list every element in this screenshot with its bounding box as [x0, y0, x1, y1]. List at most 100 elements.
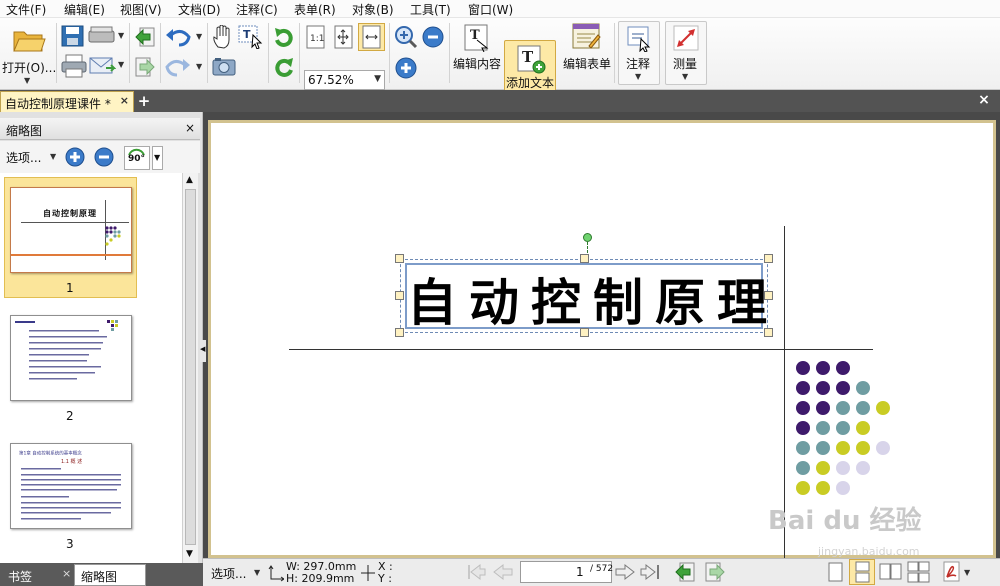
open-button[interactable]: 打开(O)... ▼ [2, 22, 56, 88]
document-title[interactable]: 自动控制原理 [407, 263, 779, 335]
thumb-options-button[interactable]: 选项... [6, 149, 41, 166]
menu-form[interactable]: 表单(R) [294, 1, 336, 18]
add-text-icon: T [517, 45, 546, 74]
zoom-in-icon[interactable] [394, 25, 418, 49]
rotate-ccw-icon[interactable] [273, 56, 295, 80]
resize-handle[interactable] [580, 328, 589, 337]
facing-view-icon[interactable] [878, 561, 904, 583]
rotate-thumb-button[interactable]: 90° [124, 146, 150, 170]
back-icon[interactable] [134, 26, 156, 48]
status-options-button[interactable]: 选项... [211, 565, 246, 582]
zoom-select[interactable]: 67.52% ▼ [304, 70, 385, 90]
resize-handle[interactable] [764, 254, 773, 263]
scroll-thumb[interactable] [185, 189, 196, 545]
panel-close-icon[interactable]: × [185, 121, 195, 135]
previous-page-icon[interactable] [492, 562, 514, 582]
single-page-view-icon[interactable] [826, 561, 846, 583]
previous-view-icon[interactable] [674, 561, 696, 583]
cursor-position-icon [361, 565, 375, 581]
bookmarks-tab[interactable]: 书签 × [0, 564, 72, 586]
undo-dropdown-icon[interactable]: ▼ [196, 32, 202, 41]
forward-icon[interactable] [134, 56, 156, 78]
new-tab-icon[interactable]: + [136, 93, 152, 109]
thumbnail-page-3[interactable]: 第1章 自动控制系统的基本概念 1.1 概 述 [10, 443, 132, 529]
measure-dropdown-icon[interactable]: ▼ [682, 72, 688, 81]
last-page-icon[interactable] [640, 562, 662, 582]
rotate-90-label: 90° [128, 154, 146, 164]
menu-file[interactable]: 文件(F) [6, 1, 46, 18]
close-all-tabs-icon[interactable]: × [976, 92, 992, 108]
next-view-icon[interactable] [704, 561, 726, 583]
edit-form-label: 编辑表单 [563, 57, 612, 71]
rotate-dropdown[interactable]: ▼ [152, 146, 163, 170]
menu-document[interactable]: 文档(D) [178, 1, 221, 18]
edit-form-button[interactable]: 编辑表单 [560, 20, 614, 86]
next-page-icon[interactable] [614, 562, 636, 582]
undo-icon[interactable] [165, 27, 191, 47]
svg-text:1:1: 1:1 [310, 34, 324, 44]
resize-handle[interactable] [395, 328, 404, 337]
actual-size-icon[interactable]: 1:1 [305, 25, 327, 49]
fit-width-button[interactable] [358, 23, 385, 51]
continuous-facing-view-icon[interactable] [906, 561, 932, 583]
add-text-label: 添加文本 [506, 76, 555, 90]
email-dropdown-icon[interactable]: ▼ [118, 60, 124, 69]
redo-dropdown-icon[interactable]: ▼ [196, 62, 202, 71]
toolbar: 打开(O)... ▼ ▼ ▼ ▼ ▼ T 1:1 67.52% ▼ T 编辑内容… [0, 18, 1000, 104]
print-icon[interactable] [61, 54, 87, 78]
scanner-icon[interactable] [88, 25, 116, 45]
menu-view[interactable]: 视图(V) [120, 1, 162, 18]
menu-window[interactable]: 窗口(W) [468, 1, 513, 18]
scroll-up-icon[interactable]: ▲ [186, 175, 193, 185]
thumb-reduce-icon[interactable] [93, 146, 115, 168]
fit-page-icon[interactable] [333, 25, 355, 49]
pdf-dropdown-icon[interactable]: ▼ [964, 568, 970, 577]
scroll-down-icon[interactable]: ▼ [186, 549, 193, 559]
rotate-handle[interactable] [583, 233, 592, 242]
annotate-dropdown-icon[interactable]: ▼ [635, 72, 641, 81]
first-page-icon[interactable] [466, 562, 486, 582]
resize-handle[interactable] [764, 291, 773, 300]
thumb-enlarge-icon[interactable] [64, 146, 86, 168]
thumb-options-dropdown-icon[interactable]: ▼ [50, 152, 56, 161]
save-icon[interactable] [61, 25, 85, 47]
resize-handle[interactable] [395, 254, 404, 263]
menu-comment[interactable]: 注释(C) [236, 1, 278, 18]
close-icon[interactable]: × [120, 94, 129, 107]
pdf-icon[interactable] [942, 561, 962, 583]
zoom-in-plus-icon[interactable] [394, 56, 418, 80]
decorative-dot-grid [796, 361, 890, 495]
email-icon[interactable] [88, 54, 116, 78]
continuous-view-button[interactable] [849, 559, 875, 585]
redo-icon[interactable] [165, 57, 191, 77]
rotate-cw-icon[interactable] [273, 26, 295, 50]
measure-button[interactable]: 测量 ▼ [665, 21, 707, 85]
resize-handle[interactable] [580, 254, 589, 263]
scan-dropdown-icon[interactable]: ▼ [118, 31, 124, 40]
edit-content-button[interactable]: T 编辑内容 [452, 20, 502, 86]
chevron-down-icon: ▼ [154, 153, 161, 162]
resize-handle[interactable] [764, 328, 773, 337]
menu-edit[interactable]: 编辑(E) [64, 1, 105, 18]
viewer-edge [996, 120, 1000, 558]
thumbnail-page-2[interactable] [10, 315, 132, 401]
menu-object[interactable]: 对象(B) [352, 1, 394, 18]
open-dropdown-icon[interactable]: ▼ [24, 76, 30, 85]
menu-tools[interactable]: 工具(T) [410, 1, 451, 18]
resize-handle[interactable] [395, 291, 404, 300]
current-page[interactable]: 1 [576, 565, 584, 579]
thumb-page-number: 1 [66, 281, 74, 295]
annotate-button[interactable]: 注释 ▼ [618, 21, 660, 85]
thumbnail-page-1[interactable]: 自动控制原理 [10, 187, 132, 273]
panel-title: 缩略图 [6, 124, 43, 138]
zoom-out-icon[interactable] [421, 25, 445, 49]
snapshot-icon[interactable] [212, 56, 236, 76]
status-options-dropdown-icon[interactable]: ▼ [254, 568, 260, 577]
close-icon[interactable]: × [62, 567, 71, 580]
thumbnail-scrollbar[interactable]: ▲ ▼ [182, 173, 198, 563]
document-tab[interactable]: 自动控制原理课件 * × [0, 91, 134, 112]
thumbnails-tab[interactable]: 缩略图 [74, 564, 146, 586]
sidebar-splitter-handle[interactable]: ◀ [200, 340, 206, 362]
select-text-icon[interactable]: T [238, 25, 264, 49]
hand-icon[interactable] [212, 25, 234, 49]
